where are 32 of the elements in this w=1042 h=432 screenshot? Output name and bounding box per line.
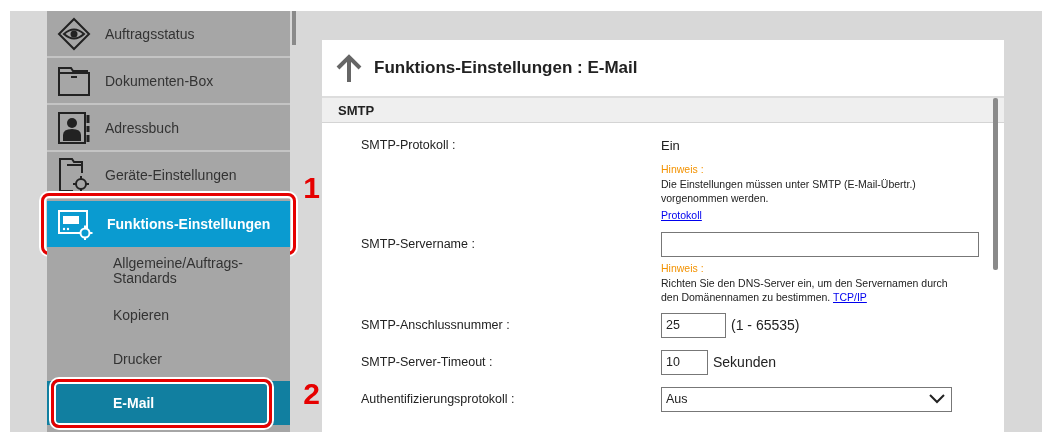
setting-label: SMTP-Protokoll : [361,138,457,152]
folder-gear-icon [57,156,91,193]
range-text: (1 - 65535) [731,317,800,333]
arrow-up-icon[interactable] [334,53,364,83]
input-field[interactable] [661,231,979,257]
screen-gear-icon [57,208,93,240]
callout-number: 2 [303,377,320,411]
tcp-ip-link[interactable]: TCP/IP [833,291,867,303]
hint-text: Die Einstellungen müssen unter SMTP (E-Mail-Übertr.) vorgenommen werden. [661,177,917,205]
select-dropdown[interactable]: Aus [661,386,952,412]
hint-title: Hinweis : [661,163,705,175]
unit-text: Sekunden [713,354,777,370]
scrollbar[interactable] [993,98,998,270]
setting-label: SMTP-Server-Timeout : [361,355,494,369]
hint-title: Hinweis : [661,262,705,274]
setting-label: Authentifizierungsprotokoll : [361,392,516,406]
input-field[interactable]: 10 [661,349,708,375]
eye-icon [57,16,91,51]
input-field[interactable]: 25 [661,312,726,338]
hint-text: Richten Sie den DNS-Server ein, um den Servernamen durch den Domänennamen zu bestimmen. TCP/IP [661,276,949,304]
section-header: SMTP [322,98,1004,123]
chevron-down-icon [929,394,945,404]
setting-label: SMTP-Servername : [361,237,476,251]
setting-value: Ein [661,138,680,153]
address-book-icon [57,110,91,145]
callout-number: 1 [303,171,320,205]
protocol-link[interactable]: Protokoll [661,209,702,221]
nav-item[interactable]: Funktions-Einstellungen [47,201,290,247]
page-title: Funktions-Einstellungen : E-Mail [374,58,638,78]
setting-label: SMTP-Anschlussnummer : [361,318,511,332]
scrollbar[interactable] [292,11,296,45]
folder-icon [57,64,91,97]
